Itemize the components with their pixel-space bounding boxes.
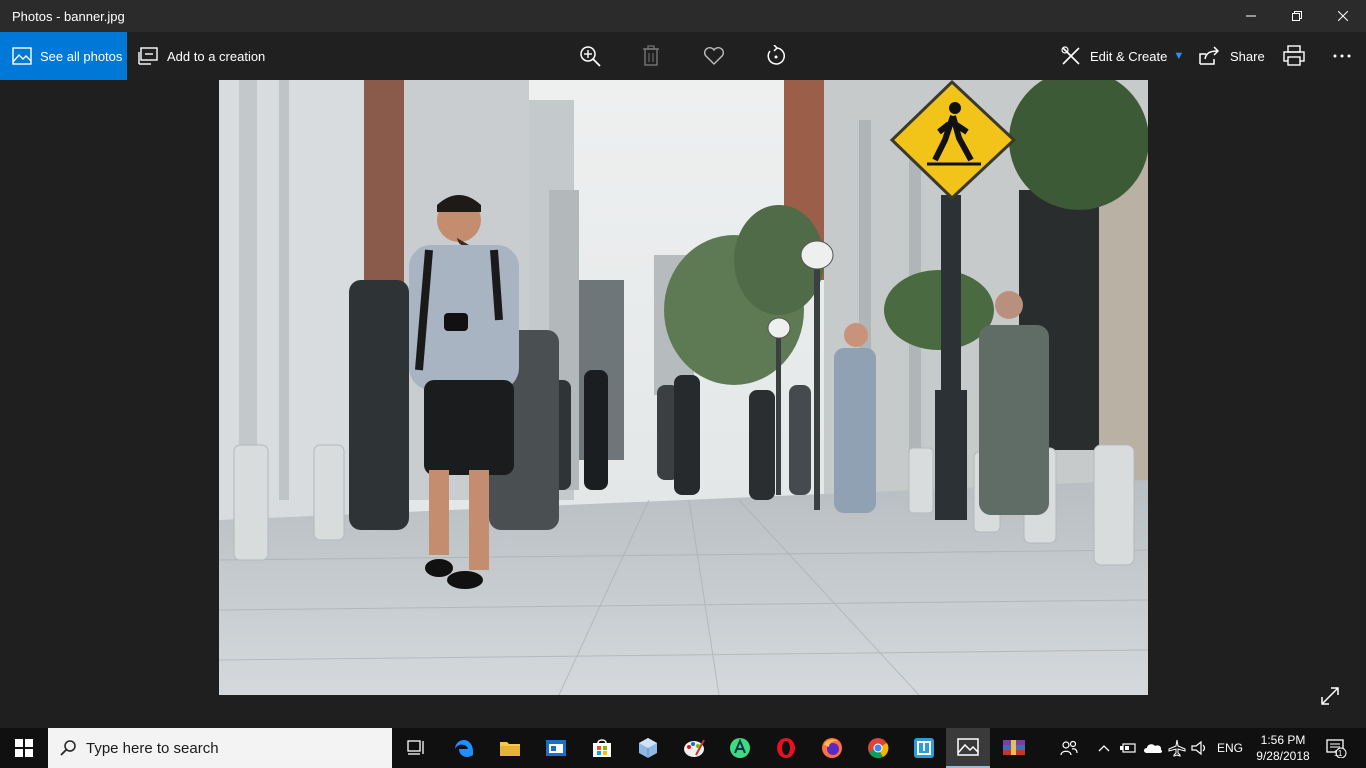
notification-count: 11 xyxy=(1334,749,1343,758)
street-photo xyxy=(219,80,1148,695)
taskbar-app-android-studio[interactable] xyxy=(718,728,762,768)
android-studio-icon xyxy=(730,738,750,758)
winrar-icon xyxy=(1003,740,1025,755)
see-all-photos-button[interactable]: See all photos xyxy=(0,32,127,80)
zoom-button[interactable] xyxy=(576,42,604,70)
taskbar-app-store[interactable] xyxy=(580,728,624,768)
start-button[interactable] xyxy=(0,728,48,768)
taskbar-app-3d[interactable] xyxy=(626,728,670,768)
add-to-creation-button[interactable]: Add to a creation xyxy=(137,32,265,80)
taskbar-app-firefox[interactable] xyxy=(810,728,854,768)
blue-app-icon xyxy=(914,738,934,758)
taskbar-app-opera[interactable] xyxy=(764,728,808,768)
opera-icon xyxy=(777,738,795,758)
clock-time: 1:56 PM xyxy=(1260,733,1306,747)
task-view-button[interactable] xyxy=(394,728,438,768)
chrome-icon xyxy=(868,738,889,759)
gallery-icon xyxy=(12,47,32,65)
chevron-down-icon: ▼ xyxy=(1173,50,1185,62)
minimize-button[interactable] xyxy=(1228,0,1274,32)
trash-icon xyxy=(643,45,659,66)
share-button[interactable]: Share xyxy=(1198,32,1265,80)
taskbar-app-chrome[interactable] xyxy=(856,728,900,768)
network-button[interactable] xyxy=(1166,728,1188,768)
people-icon xyxy=(1060,740,1078,756)
airplane-icon xyxy=(1168,739,1186,757)
photo-viewer[interactable] xyxy=(219,80,1148,695)
taskbar-app-photos[interactable] xyxy=(946,728,990,768)
taskbar-app-winrar[interactable] xyxy=(992,728,1036,768)
taskbar-app-edge[interactable] xyxy=(442,728,486,768)
search-placeholder: Type here to search xyxy=(86,739,219,757)
task-view-icon xyxy=(407,740,424,755)
edit-create-label: Edit & Create xyxy=(1090,48,1168,64)
zoom-in-icon xyxy=(580,46,601,67)
favorite-button[interactable] xyxy=(700,42,728,70)
title-bar: Photos - banner.jpg xyxy=(0,0,1366,32)
action-center-button[interactable]: 11 xyxy=(1322,728,1350,768)
battery-button[interactable] xyxy=(1118,728,1138,768)
onedrive-button[interactable] xyxy=(1142,728,1164,768)
rotate-icon xyxy=(767,45,785,65)
close-button[interactable] xyxy=(1320,0,1366,32)
add-to-creation-icon xyxy=(138,47,158,65)
clock-date: 9/28/2018 xyxy=(1256,749,1310,763)
photos-toolbar: See all photos Add to a creation Edit & … xyxy=(0,32,1366,80)
window-title: Photos - banner.jpg xyxy=(12,8,125,24)
cloud-icon xyxy=(1144,744,1163,753)
delete-button[interactable] xyxy=(637,42,665,70)
edit-create-icon xyxy=(1061,46,1080,65)
printer-icon xyxy=(1283,45,1305,66)
firefox-icon xyxy=(822,738,842,758)
restore-icon xyxy=(1292,11,1302,21)
see-all-photos-label: See all photos xyxy=(40,48,123,64)
photos-icon xyxy=(957,738,979,756)
taskbar-app-blue[interactable] xyxy=(902,728,946,768)
taskbar-app-file-explorer[interactable] xyxy=(488,728,532,768)
share-label: Share xyxy=(1230,48,1265,64)
show-hidden-icons-button[interactable] xyxy=(1096,728,1112,768)
3d-box-icon xyxy=(639,738,657,758)
clock-button[interactable]: 1:56 PM 9/28/2018 xyxy=(1248,732,1318,764)
restore-button[interactable] xyxy=(1274,0,1320,32)
fullscreen-button[interactable] xyxy=(1318,684,1342,708)
language-label: ENG xyxy=(1216,741,1243,755)
app-window-icon xyxy=(546,740,566,756)
expand-icon xyxy=(1321,687,1339,705)
input-language-button[interactable]: ENG xyxy=(1214,728,1246,768)
taskbar: Type here to search ENG 1:56 PM 9/28/201… xyxy=(0,728,1366,768)
volume-button[interactable] xyxy=(1190,728,1210,768)
store-icon xyxy=(593,739,611,757)
print-button[interactable] xyxy=(1280,42,1308,70)
paint-palette-icon xyxy=(684,739,705,757)
chevron-up-icon xyxy=(1098,745,1110,752)
window-controls xyxy=(1228,0,1366,32)
edge-icon xyxy=(455,740,473,757)
battery-icon xyxy=(1120,743,1136,753)
people-button[interactable] xyxy=(1058,728,1080,768)
taskbar-app-window[interactable] xyxy=(534,728,578,768)
add-to-creation-label: Add to a creation xyxy=(167,48,266,64)
speaker-icon xyxy=(1191,740,1206,756)
close-icon xyxy=(1338,11,1348,21)
windows-icon xyxy=(15,739,33,757)
taskbar-search-box[interactable]: Type here to search xyxy=(48,728,392,768)
share-icon xyxy=(1199,46,1220,65)
edit-create-button[interactable]: Edit & Create ▼ xyxy=(1060,32,1184,80)
search-icon xyxy=(60,740,76,756)
taskbar-app-paint[interactable] xyxy=(672,728,716,768)
heart-icon xyxy=(704,46,724,65)
minimize-icon xyxy=(1246,15,1256,17)
folder-icon xyxy=(500,742,520,756)
rotate-button[interactable] xyxy=(762,42,790,70)
more-options-button[interactable] xyxy=(1328,42,1356,70)
more-icon xyxy=(1333,54,1351,58)
